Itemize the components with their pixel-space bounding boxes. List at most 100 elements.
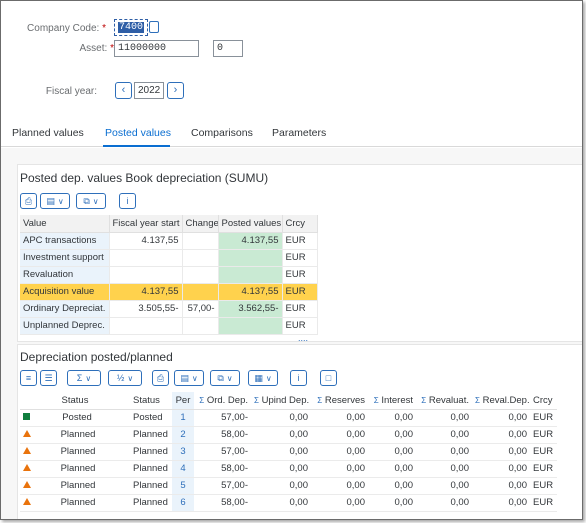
period-cell: 3 (172, 443, 194, 461)
asset-description-redacted (259, 41, 404, 55)
period-cell: 6 (172, 494, 194, 512)
column-header[interactable]: Σ Revaluat. (416, 392, 472, 410)
table-row[interactable]: Unplanned Deprec. EUR (20, 317, 318, 335)
layout-menu-button[interactable]: ▦ ∨ (248, 370, 278, 386)
currency-cell: EUR (530, 460, 557, 478)
next-year-button[interactable]: › (167, 82, 184, 99)
printer-icon: ⎙ (24, 196, 33, 206)
table-row[interactable]: Planned Planned 5 57,00- 0,00 0,00 0,00 0,00 0,0… (20, 477, 557, 495)
column-header[interactable]: Σ Reserves (311, 392, 368, 410)
sum-icon: Σ (76, 373, 83, 383)
upind-dep-cell: 0,00 (251, 477, 311, 495)
sum-icon: Σ (317, 395, 323, 405)
chevron-down-icon: ∨ (127, 374, 134, 383)
fullscreen-button[interactable]: □ (320, 370, 337, 386)
table-row[interactable]: Planned Planned 3 57,00- 0,00 0,00 0,00 0,00 0,0… (20, 443, 557, 461)
table-row-highlighted[interactable]: Acquisition value 4.137,55 4.137,55 EUR (20, 283, 318, 301)
table-row[interactable]: Planned Planned 4 58,00- 0,00 0,00 0,00 0,00 0,0… (20, 460, 557, 478)
column-header[interactable]: Posted values (218, 215, 283, 233)
column-header[interactable]: Change (182, 215, 219, 233)
chevron-down-icon: ∨ (57, 197, 64, 206)
period-cell: 4 (172, 460, 194, 478)
status-text-cell: Planned (20, 494, 130, 512)
chevron-down-icon: ∨ (226, 374, 233, 383)
sort-button[interactable]: ☰ (40, 370, 57, 386)
column-header[interactable]: Per (172, 392, 194, 410)
table-row[interactable]: APC transactions 4.137,55 4.137,55 EUR (20, 232, 318, 250)
change-cell (182, 266, 219, 284)
print-button[interactable]: ⎙ (20, 193, 37, 209)
upind-dep-cell: 0,00 (251, 426, 311, 444)
tab-posted-values[interactable]: Posted values (105, 127, 171, 139)
status-text: Planned (60, 446, 96, 457)
panel-title: Posted dep. values Book depreciation (SU… (20, 171, 269, 185)
print-button[interactable]: ⎙ (152, 370, 169, 386)
info-button[interactable]: i (290, 370, 307, 386)
sum-icon: Σ (475, 395, 480, 405)
previous-year-button[interactable]: ‹ (115, 82, 132, 99)
reval-dep-cell: 0,00 (472, 494, 530, 512)
export-menu-button[interactable]: ▤ ∨ (40, 193, 70, 209)
table-row[interactable]: Planned Planned 6 58,00- 0,00 0,00 0,00 0,00 0,0… (20, 494, 557, 512)
column-header[interactable]: Crcy (282, 215, 318, 233)
reserves-cell: 0,00 (311, 426, 368, 444)
table-row[interactable]: Revaluation EUR (20, 266, 318, 284)
period-cell: 2 (172, 426, 194, 444)
sum-menu-button[interactable]: Σ ∨ (67, 370, 101, 386)
reserves-cell: 0,00 (311, 409, 368, 427)
status-cell: Planned (130, 443, 172, 461)
reserves-cell: 0,00 (311, 477, 368, 495)
table-row[interactable]: Investment support EUR (20, 249, 318, 267)
value-help-icon[interactable] (149, 21, 159, 33)
sort-icon: ☰ (44, 373, 53, 383)
view-menu-button[interactable]: ⧉ ∨ (76, 193, 106, 209)
period-cell: 1 (172, 409, 194, 427)
upind-dep-cell: 0,00 (251, 494, 311, 512)
column-header[interactable]: Σ Upind Dep. (251, 392, 311, 410)
details-button[interactable]: ≡ (20, 370, 37, 386)
column-header[interactable]: Value (20, 215, 110, 233)
tab-comparisons[interactable]: Comparisons (191, 127, 253, 139)
details-icon: ≡ (25, 373, 32, 383)
status-cell: Posted (130, 409, 172, 427)
posted-values-cell (218, 317, 283, 335)
fiscal-year-start-cell (109, 317, 183, 335)
tab-parameters[interactable]: Parameters (272, 127, 326, 139)
status-cell: Planned (130, 494, 172, 512)
asset-input[interactable]: 11000000 (114, 40, 199, 57)
tab-planned-values[interactable]: Planned values (12, 127, 84, 139)
column-header[interactable]: Σ Ord. Dep. (194, 392, 251, 410)
info-button[interactable]: i (119, 193, 136, 209)
printer-icon: ⎙ (156, 373, 165, 383)
column-header[interactable]: Fiscal year start (109, 215, 183, 233)
status-text-cell: Planned (20, 443, 130, 461)
column-header[interactable]: Crcy (530, 392, 557, 410)
status-text-cell: Planned (20, 426, 130, 444)
sum-icon: Σ (254, 395, 259, 405)
subtotal-menu-button[interactable]: ½ ∨ (108, 370, 142, 386)
posted-values-table: Value Fiscal year start Change Posted va… (20, 215, 318, 335)
column-header[interactable]: Status (20, 392, 130, 410)
resize-handle[interactable]: .... (298, 333, 308, 343)
column-header[interactable]: Status (130, 392, 172, 410)
company-code-input[interactable]: 7400 (114, 19, 148, 36)
currency-cell: EUR (282, 266, 318, 284)
reval-dep-cell: 0,00 (472, 477, 530, 495)
column-header[interactable]: Σ Reval.Dep. (472, 392, 530, 410)
table-row[interactable]: Planned Planned 2 58,00- 0,00 0,00 0,00 0,00 0,0… (20, 426, 557, 444)
table-row[interactable]: Posted Posted 1 57,00- 0,00 0,00 0,00 0,00 0,00 E… (20, 409, 557, 427)
tab-bar: Planned values Posted values Comparisons… (1, 121, 582, 147)
currency-cell: EUR (530, 426, 557, 444)
interest-cell: 0,00 (368, 409, 416, 427)
currency-cell: EUR (282, 232, 318, 250)
column-header[interactable]: Σ Interest (368, 392, 416, 410)
view-menu-button[interactable]: ⧉ ∨ (210, 370, 240, 386)
fiscal-year-start-cell: 3.505,55- (109, 300, 183, 318)
posted-status-icon (23, 413, 30, 420)
export-menu-button[interactable]: ▤ ∨ (174, 370, 204, 386)
asset-subnumber-input[interactable]: 0 (213, 40, 243, 57)
status-text: Planned (60, 429, 96, 440)
table-row[interactable]: Ordinary Depreciat. 3.505,55- 57,00- 3.5… (20, 300, 318, 318)
fiscal-year-input[interactable]: 2022 (134, 82, 164, 99)
posted-values-cell: 4.137,55 (218, 232, 283, 250)
